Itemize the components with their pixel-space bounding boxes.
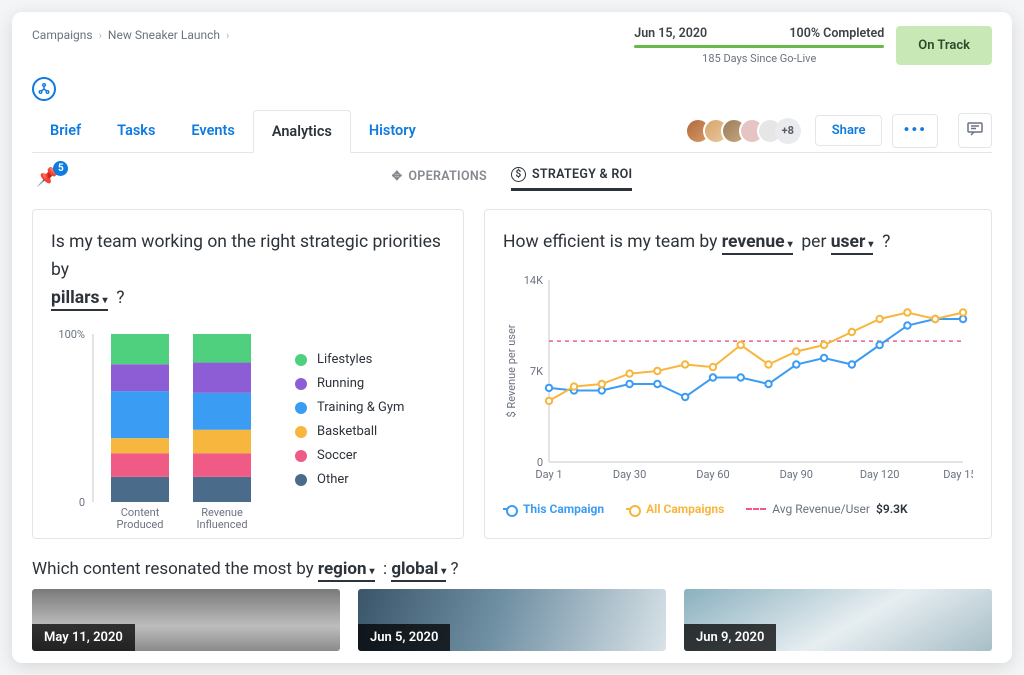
eff-mid: per (801, 232, 826, 252)
thumb-date: Jun 5, 2020 (358, 624, 450, 651)
svg-text:$ Revenue per user: $ Revenue per user (505, 324, 518, 417)
legend-item: Basketball (295, 424, 404, 439)
svg-text:Day 60: Day 60 (696, 468, 729, 481)
more-actions-button[interactable]: ••• (892, 114, 938, 148)
legend-all: All Campaigns (646, 502, 724, 516)
tab-events[interactable]: Events (173, 109, 252, 152)
content-thumb[interactable]: Jun 5, 2020 (358, 589, 666, 651)
thumb-date: Jun 9, 2020 (684, 624, 776, 651)
chevron-right-icon: › (99, 29, 102, 42)
subtab-strategy-label: STRATEGY & ROI (532, 167, 632, 182)
eff-q-prefix: How efficient is my team by (503, 232, 717, 252)
tab-brief[interactable]: Brief (32, 109, 99, 152)
pillars-question: Is my team working on the right strategi… (51, 228, 445, 312)
content-question: Which content resonated the most by regi… (32, 559, 992, 579)
user-dropdown[interactable]: user▾ (831, 232, 874, 255)
dollar-icon: $ (511, 167, 526, 182)
comments-button[interactable] (958, 113, 992, 148)
thumb-date: May 11, 2020 (32, 624, 135, 651)
svg-text:0: 0 (79, 496, 85, 509)
line-chart: $ Revenue per user07K14KDay 1Day 30Day 6… (503, 272, 973, 492)
svg-text:100%: 100% (58, 328, 85, 341)
svg-text:Day 120: Day 120 (860, 468, 900, 481)
subtab-operations-label: OPERATIONS (408, 169, 487, 184)
legend-item: Training & Gym (295, 400, 404, 415)
filter-button[interactable]: 📌 5 (36, 167, 58, 188)
target-icon: ✥ (392, 168, 403, 184)
breadcrumb-current[interactable]: New Sneaker Launch (108, 28, 220, 42)
pillars-q-prefix: Is my team working on the right strategi… (51, 232, 441, 280)
pillars-q-suffix: ? (116, 288, 124, 308)
region-dropdown[interactable]: region▾ (318, 559, 375, 582)
progress-completion: 100% Completed (789, 26, 884, 41)
tab-tasks[interactable]: Tasks (99, 109, 173, 152)
tab-analytics[interactable]: Analytics (253, 110, 351, 153)
content-q-mid: : (383, 559, 387, 579)
progress-block: Jun 15, 2020 100% Completed 185 Days Sin… (634, 26, 884, 65)
progress-bar (634, 45, 884, 48)
pillars-dropdown[interactable]: pillars▾ (51, 288, 108, 311)
svg-text:Influenced: Influenced (196, 518, 247, 531)
breadcrumb: Campaigns › New Sneaker Launch › (32, 26, 229, 42)
content-thumb[interactable]: May 11, 2020 (32, 589, 340, 651)
legend-this: This Campaign (523, 502, 604, 516)
tab-bar: Brief Tasks Events Analytics History +8 … (32, 109, 992, 153)
subtab-operations[interactable]: ✥ OPERATIONS (392, 167, 487, 191)
status-badge: On Track (896, 26, 992, 65)
workflow-icon[interactable] (32, 77, 56, 101)
efficiency-question: How efficient is my team by revenue▾ per… (503, 228, 973, 256)
svg-text:Day 30: Day 30 (613, 468, 646, 481)
content-thumb[interactable]: Jun 9, 2020 (684, 589, 992, 651)
revenue-dropdown[interactable]: revenue▾ (722, 232, 793, 255)
tab-history[interactable]: History (351, 109, 434, 152)
svg-text:14K: 14K (524, 274, 543, 287)
share-button[interactable]: Share (815, 115, 883, 146)
legend-avg-val: $9.3K (876, 502, 908, 516)
stacked-bar-chart: 0100%ContentProducedRevenueInfluenced (51, 328, 281, 538)
progress-date: Jun 15, 2020 (634, 26, 707, 41)
legend-item: Soccer (295, 448, 404, 463)
svg-text:7K: 7K (530, 365, 543, 378)
global-dropdown[interactable]: global▾ (391, 559, 446, 582)
progress-subtitle: 185 Days Since Go-Live (634, 52, 884, 65)
breadcrumb-root[interactable]: Campaigns (32, 28, 93, 42)
chevron-right-icon: › (226, 29, 229, 42)
avatar-more[interactable]: +8 (775, 118, 801, 144)
panel-efficiency: How efficient is my team by revenue▾ per… (484, 209, 992, 539)
svg-text:Day 1: Day 1 (535, 468, 562, 481)
content-q-prefix: Which content resonated the most by (32, 559, 314, 579)
content-q-suffix: ? (451, 559, 459, 579)
legend-item: Running (295, 376, 404, 391)
svg-text:Day 150: Day 150 (943, 468, 973, 481)
svg-text:Produced: Produced (117, 518, 164, 531)
subtab-strategy[interactable]: $ STRATEGY & ROI (511, 167, 632, 191)
bar-legend: Lifestyles Running Training & Gym Basketbal… (295, 328, 404, 542)
avatar-stack[interactable]: +8 (693, 118, 801, 144)
legend-avg: Avg Revenue/User (772, 502, 870, 516)
legend-item: Other (295, 472, 404, 487)
svg-text:Day 90: Day 90 (780, 468, 813, 481)
legend-item: Lifestyles (295, 352, 404, 367)
line-legend: This Campaign All Campaigns Avg Revenue/… (503, 502, 973, 516)
panel-pillars: Is my team working on the right strategi… (32, 209, 464, 539)
eff-q-suffix: ? (882, 232, 890, 252)
